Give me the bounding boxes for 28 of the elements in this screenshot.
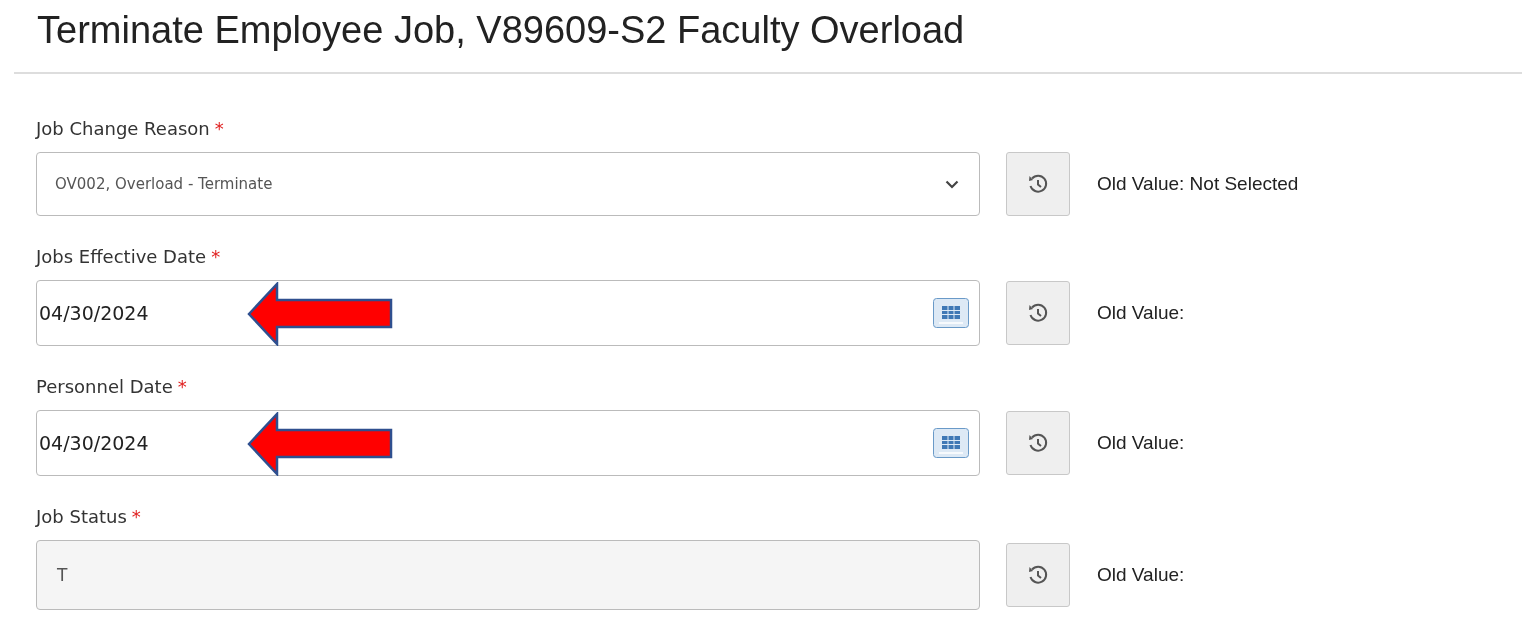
field-label: Job Change Reason (36, 118, 210, 139)
history-button[interactable] (1006, 281, 1070, 345)
dropdown-field[interactable]: OV002, Overload - Terminate (36, 152, 980, 216)
input-field: T (36, 540, 980, 610)
old-value-text: Old Value: (1097, 432, 1185, 454)
history-button[interactable] (1006, 543, 1070, 607)
old-value-text: Old Value: (1097, 564, 1185, 586)
required-mark: * (214, 118, 224, 139)
history-button[interactable] (1006, 152, 1070, 216)
history-icon (1027, 173, 1049, 195)
history-icon (1027, 302, 1049, 324)
history-button[interactable] (1006, 411, 1070, 475)
field-label: Job Status (36, 506, 127, 527)
chevron-down-icon (945, 179, 959, 189)
calendar-icon[interactable] (933, 428, 969, 458)
page-title: Terminate Employee Job, V89609-S2 Faculty Overload (36, 8, 966, 53)
field-label: Personnel Date (36, 376, 173, 397)
field-label: Jobs Effective Date (36, 246, 207, 267)
required-mark: * (177, 376, 187, 397)
required-mark: * (131, 506, 141, 527)
history-icon (1027, 564, 1049, 586)
required-mark: * (211, 246, 221, 267)
calendar-icon[interactable] (933, 298, 969, 328)
date-field[interactable]: 04/30/2024 (36, 410, 980, 476)
date-field[interactable]: 04/30/2024 (36, 280, 980, 346)
old-value-text: Old Value: Not Selected (1097, 173, 1299, 195)
old-value-text: Old Value: (1097, 302, 1185, 324)
history-icon (1027, 432, 1049, 454)
